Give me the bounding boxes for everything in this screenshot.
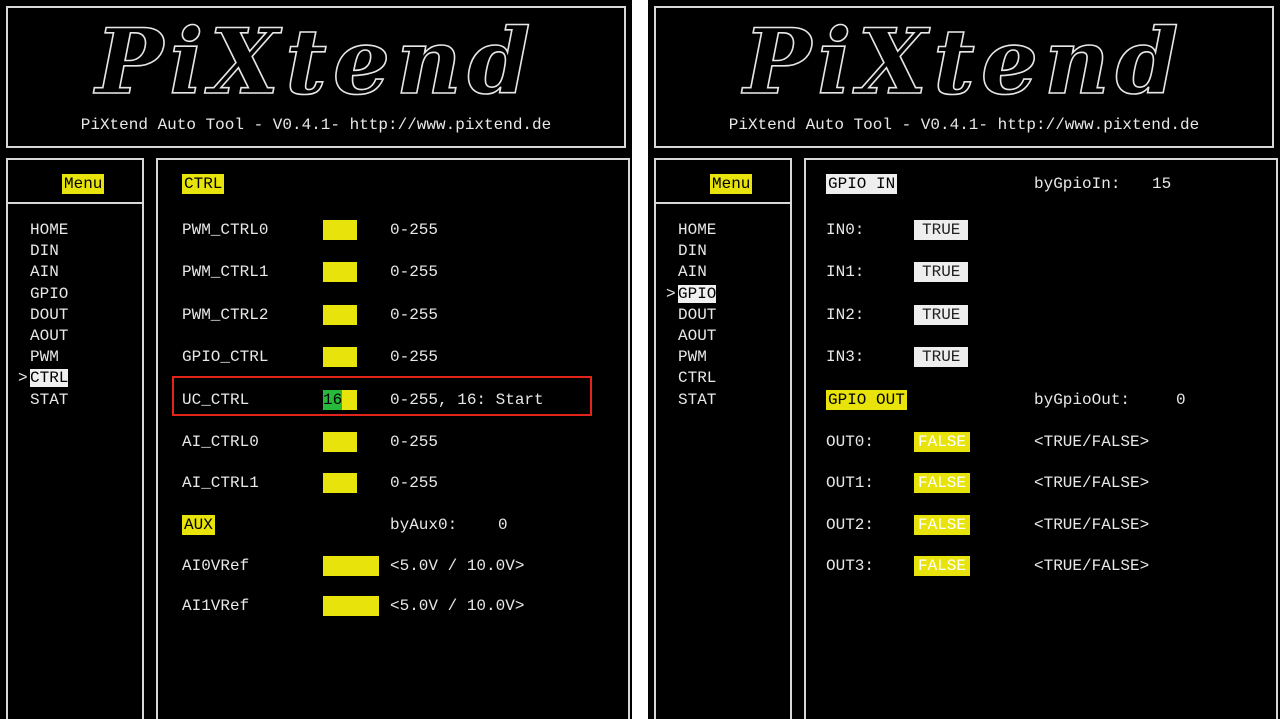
gpio-out-value-label: byGpioOut: bbox=[1034, 391, 1131, 409]
out3-value[interactable]: FALSE bbox=[914, 556, 971, 576]
menu-item-din[interactable]: DIN bbox=[18, 241, 68, 262]
ai1vref-input[interactable] bbox=[323, 596, 379, 616]
menu-list: HOME DIN AIN > GPIO DOUT AOUT PWM CTRL ST… bbox=[666, 220, 717, 411]
menu-item-stat[interactable]: STAT bbox=[666, 390, 716, 411]
out3-label: OUT3: bbox=[826, 557, 875, 575]
logo-subtitle: PiXtend Auto Tool - V0.4.1- http://www.p… bbox=[80, 116, 552, 134]
ai0vref-input[interactable] bbox=[323, 556, 379, 576]
out2-hint: <TRUE/FALSE> bbox=[1034, 516, 1150, 534]
gpio-in-title: GPIO IN bbox=[826, 174, 898, 194]
ctrl-panel: CTRL PWM_CTRL0 0-255 PWM_CTRL1 0-255 PWM… bbox=[156, 158, 630, 719]
ai-ctrl1-input[interactable] bbox=[323, 473, 357, 493]
pwm-ctrl2-input[interactable] bbox=[323, 305, 357, 325]
menu-item-ain[interactable]: AIN bbox=[18, 262, 68, 283]
ai-ctrl0-range: 0-255 bbox=[390, 433, 439, 451]
pixtend-logo: PiXtend bbox=[743, 9, 1185, 115]
gpio-in-value: 15 bbox=[1152, 175, 1172, 193]
gpio-panel: GPIO IN byGpioIn: 15 IN0: TRUE IN1: TRUE… bbox=[804, 158, 1278, 719]
pwm-ctrl2-label: PWM_CTRL2 bbox=[182, 306, 269, 324]
ai1vref-range: <5.0V / 10.0V> bbox=[390, 597, 525, 615]
aux-section-title: AUX bbox=[182, 515, 215, 535]
out3-hint: <TRUE/FALSE> bbox=[1034, 557, 1150, 575]
menu-panel: Menu HOME DIN AIN > GPIO DOUT AOUT PWM CT… bbox=[654, 158, 792, 719]
menu-item-ain[interactable]: AIN bbox=[666, 262, 716, 283]
pixtend-logo: PiXtend bbox=[95, 9, 537, 115]
pwm-ctrl1-range: 0-255 bbox=[390, 263, 439, 281]
out0-label: OUT0: bbox=[826, 433, 875, 451]
terminal-ctrl-screen: PiXtend PiXtend Auto Tool - V0.4.1- http… bbox=[0, 0, 632, 719]
menu-item-home[interactable]: HOME bbox=[666, 220, 716, 241]
pwm-ctrl1-input[interactable] bbox=[323, 262, 357, 282]
ai-ctrl0-input[interactable] bbox=[323, 432, 357, 452]
pwm-ctrl0-range: 0-255 bbox=[390, 221, 439, 239]
aux-value-label: byAux0: bbox=[390, 516, 458, 534]
uc-ctrl-input[interactable]: 16 bbox=[323, 390, 357, 410]
menu-item-ctrl[interactable]: CTRL bbox=[666, 368, 716, 389]
menu-item-dout[interactable]: DOUT bbox=[666, 305, 716, 326]
out0-hint: <TRUE/FALSE> bbox=[1034, 433, 1150, 451]
uc-ctrl-range: 0-255, 16: Start bbox=[390, 391, 544, 409]
menu-item-dout[interactable]: DOUT bbox=[18, 305, 68, 326]
in1-value[interactable]: TRUE bbox=[914, 262, 969, 282]
in1-label: IN1: bbox=[826, 263, 865, 281]
out1-value[interactable]: FALSE bbox=[914, 473, 971, 493]
out2-label: OUT2: bbox=[826, 516, 875, 534]
menu-cursor: > bbox=[18, 369, 28, 388]
menu-panel: Menu HOME DIN AIN GPIO DOUT AOUT PWM > CT… bbox=[6, 158, 144, 719]
aux-value: 0 bbox=[498, 516, 508, 534]
menu-header: Menu bbox=[656, 160, 790, 204]
gpio-out-value: 0 bbox=[1176, 391, 1186, 409]
ai-ctrl1-label: AI_CTRL1 bbox=[182, 474, 259, 492]
menu-item-stat[interactable]: STAT bbox=[18, 390, 68, 411]
menu-header: Menu bbox=[8, 160, 142, 204]
ai0vref-range: <5.0V / 10.0V> bbox=[390, 557, 525, 575]
menu-item-gpio[interactable]: > GPIO bbox=[666, 284, 717, 305]
ai-ctrl1-range: 0-255 bbox=[390, 474, 439, 492]
pwm-ctrl0-input[interactable] bbox=[323, 220, 357, 240]
uc-ctrl-value: 16 bbox=[323, 390, 343, 410]
out0-value[interactable]: FALSE bbox=[914, 432, 971, 452]
in0-value[interactable]: TRUE bbox=[914, 220, 969, 240]
gpio-out-title: GPIO OUT bbox=[826, 390, 907, 410]
uc-ctrl-label: UC_CTRL bbox=[182, 391, 250, 409]
menu-item-pwm[interactable]: PWM bbox=[666, 347, 716, 368]
ctrl-section-title: CTRL bbox=[182, 174, 225, 194]
logo-subtitle: PiXtend Auto Tool - V0.4.1- http://www.p… bbox=[728, 116, 1200, 134]
in3-label: IN3: bbox=[826, 348, 865, 366]
out1-label: OUT1: bbox=[826, 474, 875, 492]
logo-panel: PiXtend PiXtend Auto Tool - V0.4.1- http… bbox=[654, 6, 1274, 148]
pwm-ctrl1-label: PWM_CTRL1 bbox=[182, 263, 269, 281]
in0-label: IN0: bbox=[826, 221, 865, 239]
menu-list: HOME DIN AIN GPIO DOUT AOUT PWM > CTRL ST… bbox=[18, 220, 69, 411]
in3-value[interactable]: TRUE bbox=[914, 347, 969, 367]
menu-item-aout[interactable]: AOUT bbox=[666, 326, 716, 347]
menu-item-aout[interactable]: AOUT bbox=[18, 326, 68, 347]
menu-item-din[interactable]: DIN bbox=[666, 241, 716, 262]
menu-item-gpio[interactable]: GPIO bbox=[18, 284, 68, 305]
menu-title: Menu bbox=[62, 174, 105, 194]
in2-value[interactable]: TRUE bbox=[914, 305, 969, 325]
menu-title: Menu bbox=[710, 174, 753, 194]
out2-value[interactable]: FALSE bbox=[914, 515, 971, 535]
gpio-in-value-label: byGpioIn: bbox=[1034, 175, 1121, 193]
ai-ctrl0-label: AI_CTRL0 bbox=[182, 433, 259, 451]
out1-hint: <TRUE/FALSE> bbox=[1034, 474, 1150, 492]
gpio-ctrl-input[interactable] bbox=[323, 347, 357, 367]
menu-cursor: > bbox=[666, 284, 676, 303]
terminal-gpio-screen: PiXtend PiXtend Auto Tool - V0.4.1- http… bbox=[648, 0, 1280, 719]
menu-item-home[interactable]: HOME bbox=[18, 220, 68, 241]
pwm-ctrl0-label: PWM_CTRL0 bbox=[182, 221, 269, 239]
pwm-ctrl2-range: 0-255 bbox=[390, 306, 439, 324]
in2-label: IN2: bbox=[826, 306, 865, 324]
menu-item-ctrl[interactable]: > CTRL bbox=[18, 368, 69, 389]
gpio-ctrl-range: 0-255 bbox=[390, 348, 439, 366]
menu-item-pwm[interactable]: PWM bbox=[18, 347, 68, 368]
ai1vref-label: AI1VRef bbox=[182, 597, 250, 615]
gpio-ctrl-label: GPIO_CTRL bbox=[182, 348, 269, 366]
ai0vref-label: AI0VRef bbox=[182, 557, 250, 575]
logo-panel: PiXtend PiXtend Auto Tool - V0.4.1- http… bbox=[6, 6, 626, 148]
